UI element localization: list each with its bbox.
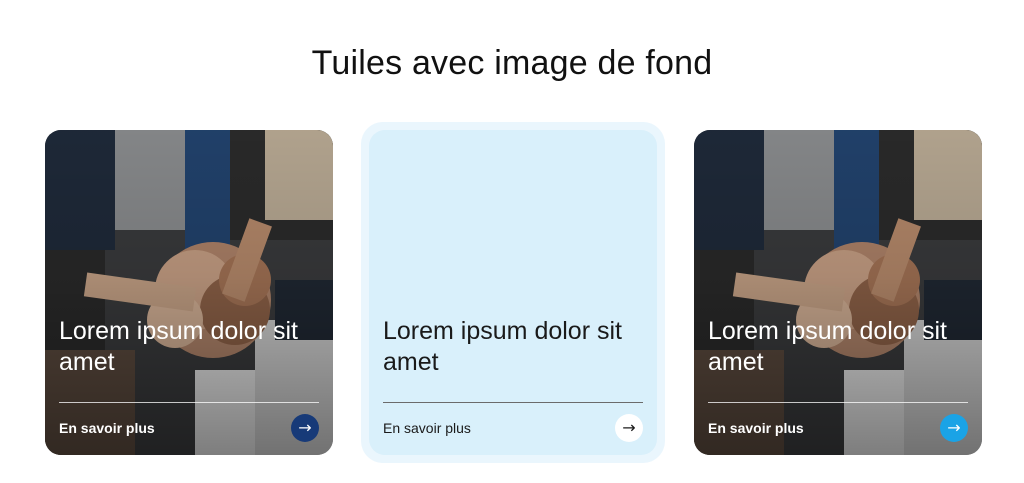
tile-heading: Lorem ipsum dolor sit amet — [383, 317, 622, 376]
photo-overlay — [45, 130, 333, 455]
page-title: Tuiles avec image de fond — [311, 44, 713, 82]
learn-more-link[interactable]: En savoir plus — [383, 419, 471, 437]
tile-card-1[interactable]: Lorem ipsum dolor sit amet En savoir plu… — [45, 130, 333, 455]
tile-heading: Lorem ipsum dolor sit amet — [59, 317, 298, 376]
learn-more-link[interactable]: En savoir plus — [59, 419, 155, 437]
arrow-right-icon[interactable]: → — [940, 414, 968, 442]
tile-divider — [383, 402, 643, 403]
tile-divider — [708, 402, 968, 403]
tile-card-2[interactable]: Lorem ipsum dolor sit amet En savoir plu… — [369, 130, 657, 455]
tile-card-3[interactable]: Lorem ipsum dolor sit amet En savoir plu… — [694, 130, 982, 455]
learn-more-link[interactable]: En savoir plus — [708, 419, 804, 437]
arrow-right-icon[interactable]: → — [291, 414, 319, 442]
tile-heading: Lorem ipsum dolor sit amet — [708, 317, 947, 376]
arrow-right-icon[interactable]: → — [615, 414, 643, 442]
photo-overlay — [694, 130, 982, 455]
tile-divider — [59, 402, 319, 403]
